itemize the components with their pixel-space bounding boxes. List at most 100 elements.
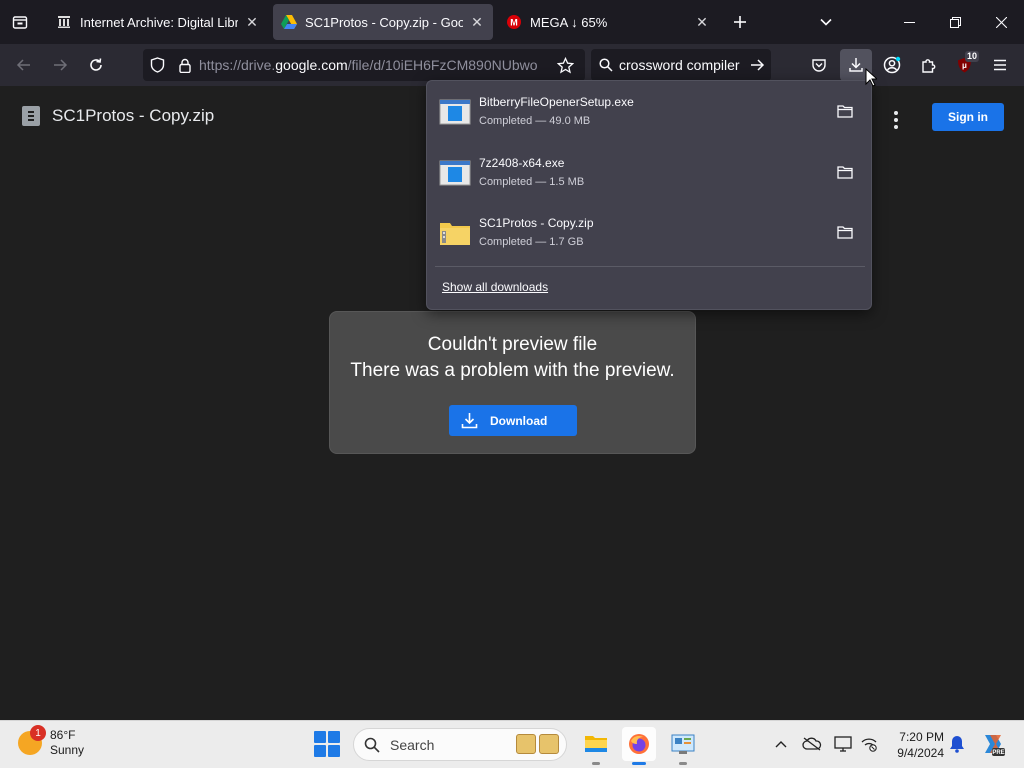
open-folder-button[interactable] [833, 220, 857, 244]
weather-temperature: 86°F [50, 728, 76, 742]
exe-icon [439, 160, 471, 186]
forward-button[interactable] [44, 49, 76, 81]
taskbar-search[interactable]: Search [353, 728, 567, 761]
folder-icon [837, 226, 853, 239]
windows-taskbar: 1 86°F Sunny Search 7:20 PM 9/4/2024 PRE [0, 720, 1024, 768]
restore-button[interactable] [932, 0, 978, 44]
download-button-label: Download [490, 413, 548, 428]
arrow-right-icon [54, 59, 68, 71]
control-panel-icon [671, 734, 695, 754]
internet-archive-icon [56, 14, 72, 30]
close-tab-icon[interactable]: ✕ [694, 14, 710, 30]
file-explorer-icon [585, 736, 607, 752]
download-icon [461, 412, 478, 429]
download-item[interactable]: BitberryFileOpenerSetup.exe Completed — … [427, 85, 873, 143]
folder-icon [837, 105, 853, 118]
restore-icon [949, 16, 961, 28]
search-bar[interactable]: crossword compiler [591, 49, 771, 81]
download-file-name: SC1Protos - Copy.zip [479, 216, 594, 230]
running-indicator [679, 762, 687, 765]
preview-error-title: Couldn't preview file [427, 334, 598, 355]
reload-icon [90, 58, 102, 71]
close-window-button[interactable] [978, 0, 1024, 44]
app-menu-button[interactable] [984, 49, 1016, 81]
download-file-name: BitberryFileOpenerSetup.exe [479, 95, 634, 109]
tab-title: Internet Archive: Digital Library [80, 14, 238, 30]
open-folder-button[interactable] [833, 160, 857, 184]
file-explorer-taskbar-button[interactable] [579, 727, 613, 765]
svg-text:μ: μ [962, 61, 967, 70]
close-tab-icon[interactable]: ✕ [469, 14, 485, 30]
search-highlight-icon [516, 733, 560, 756]
search-icon [364, 737, 380, 753]
tab-internet-archive[interactable]: Internet Archive: Digital Library ✕ [48, 4, 268, 40]
zip-folder-icon [440, 223, 470, 245]
clock-date: 9/4/2024 [897, 746, 944, 760]
mouse-cursor-icon [865, 68, 877, 87]
download-status: Completed — 49.0 MB [479, 115, 591, 127]
file-header: SC1Protos - Copy.zip [22, 106, 214, 126]
start-button[interactable] [314, 731, 340, 757]
extensions-button[interactable] [912, 49, 944, 81]
tab-title: SC1Protos - Copy.zip - Google D [305, 14, 463, 30]
firefox-icon [629, 734, 649, 754]
show-all-downloads-link[interactable]: Show all downloads [442, 280, 548, 294]
chevron-down-icon [820, 18, 832, 26]
url-text[interactable]: https://drive.google.com/file/d/10iEH6Fz… [199, 57, 585, 73]
account-button[interactable] [876, 49, 908, 81]
tab-mega[interactable]: M MEGA ↓ 65% ✕ [498, 4, 718, 40]
lock-icon[interactable] [171, 49, 199, 81]
running-indicator [632, 762, 646, 765]
firefox-taskbar-button[interactable] [622, 727, 656, 765]
open-folder-button[interactable] [833, 99, 857, 123]
new-tab-button[interactable] [726, 8, 754, 36]
puzzle-icon [921, 58, 935, 73]
download-arrow-icon [849, 58, 863, 72]
svg-text:M: M [510, 18, 518, 28]
bell-icon [950, 736, 964, 753]
pocket-button[interactable] [803, 49, 835, 81]
control-panel-taskbar-button[interactable] [666, 727, 700, 765]
more-actions-button[interactable] [882, 106, 910, 134]
hamburger-menu-icon [994, 59, 1006, 71]
sign-in-button[interactable]: Sign in [932, 103, 1004, 131]
account-icon [883, 56, 901, 74]
display-tray-button[interactable] [832, 733, 854, 755]
svg-text:PRE: PRE [992, 750, 1004, 756]
download-item[interactable]: SC1Protos - Copy.zip Completed — 1.7 GB [427, 206, 873, 264]
reload-button[interactable] [80, 49, 112, 81]
search-go-button[interactable] [743, 58, 771, 72]
bookmark-star-button[interactable] [549, 49, 581, 81]
close-tab-icon[interactable]: ✕ [244, 14, 260, 30]
ublock-origin-button[interactable]: μ 10 [948, 49, 980, 81]
back-button[interactable] [8, 49, 40, 81]
google-drive-icon [281, 14, 297, 30]
notifications-button[interactable] [948, 733, 966, 755]
address-bar[interactable]: https://drive.google.com/file/d/10iEH6Fz… [143, 49, 585, 81]
chevron-up-icon [775, 741, 787, 748]
copilot-button[interactable]: PRE [980, 731, 1006, 757]
url-domain: google.com [275, 57, 348, 73]
tracking-protection-icon[interactable] [143, 49, 171, 81]
arrow-right-icon [750, 59, 764, 71]
download-button[interactable]: Download [449, 405, 577, 436]
tab-google-drive[interactable]: SC1Protos - Copy.zip - Google D ✕ [273, 4, 493, 40]
network-tray-button[interactable] [858, 733, 880, 755]
onedrive-tray-button[interactable] [801, 733, 823, 755]
search-input[interactable]: crossword compiler [619, 57, 743, 73]
list-all-tabs-button[interactable] [812, 8, 840, 36]
network-disconnected-icon [861, 738, 877, 752]
preview-error-message: There was a problem with the preview. [350, 360, 675, 381]
firefox-view-button[interactable] [6, 8, 34, 36]
taskbar-clock[interactable]: 7:20 PM 9/4/2024 [888, 729, 944, 761]
show-hidden-icons-button[interactable] [770, 733, 792, 755]
preview-error-card: Couldn't preview file There was a proble… [329, 311, 696, 454]
download-item[interactable]: 7z2408-x64.exe Completed — 1.5 MB [427, 146, 873, 204]
taskbar-search-placeholder: Search [390, 736, 435, 753]
monitor-icon [834, 736, 852, 752]
search-icon [599, 58, 613, 72]
sun-icon: 1 [18, 725, 46, 755]
downloads-panel: BitberryFileOpenerSetup.exe Completed — … [426, 80, 872, 310]
minimize-button[interactable] [886, 0, 932, 44]
weather-widget[interactable]: 1 86°F Sunny [18, 725, 84, 758]
